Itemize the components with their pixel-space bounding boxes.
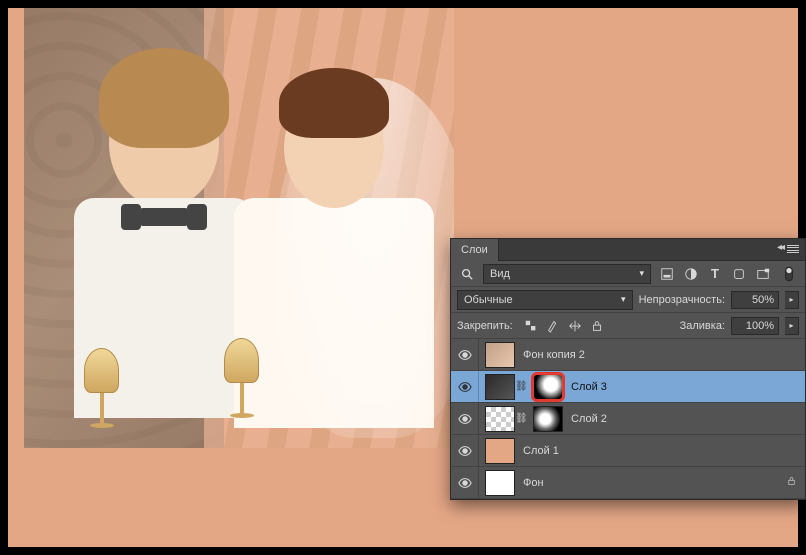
blend-mode-select[interactable]: Обычные ▾ <box>457 290 633 310</box>
filter-icon-strip: T <box>657 265 773 283</box>
filter-shape-icon[interactable] <box>729 265 749 283</box>
layer-mask-thumbnail[interactable] <box>533 406 563 432</box>
tab-layers[interactable]: Слои <box>451 239 499 261</box>
champagne-glass <box>224 338 259 418</box>
blend-opacity-row: Обычные ▾ Непрозрачность: 50% ▸ <box>451 287 805 313</box>
layer-row[interactable]: ⛓ Слой 3 <box>451 371 805 403</box>
layer-thumbnail[interactable] <box>485 438 515 464</box>
layer-row[interactable]: Слой 1 <box>451 435 805 467</box>
layer-mask-thumbnail[interactable] <box>533 374 563 400</box>
layers-list: Фон копия 2 ⛓ Слой 3 ⛓ Слой 2 Слой 1 Фон <box>451 339 805 499</box>
filter-adjustment-icon[interactable] <box>681 265 701 283</box>
fill-label: Заливка: <box>680 320 725 332</box>
visibility-eye-icon[interactable] <box>451 371 479 402</box>
link-icon[interactable]: ⛓ <box>515 381 527 392</box>
layer-name-label[interactable]: Фон копия 2 <box>523 349 797 361</box>
fill-flyout[interactable]: ▸ <box>785 317 799 335</box>
layer-row[interactable]: Фон копия 2 <box>451 339 805 371</box>
filter-type-icon[interactable]: T <box>705 265 725 283</box>
panel-tab-bar: Слои ◂◂ <box>451 239 805 261</box>
lock-all-icon[interactable] <box>589 318 605 334</box>
fill-input[interactable]: 100% <box>731 317 779 335</box>
lock-position-icon[interactable] <box>567 318 583 334</box>
panel-menu-icon[interactable] <box>785 242 801 256</box>
link-icon[interactable]: ⛓ <box>515 413 527 424</box>
collapse-icon[interactable]: ◂◂ <box>777 242 783 253</box>
layer-filter-row: Вид ▾ T <box>451 261 805 287</box>
layer-name-label[interactable]: Слой 2 <box>571 413 797 425</box>
opacity-label: Непрозрачность: <box>639 294 725 306</box>
layer-name-label[interactable]: Слой 3 <box>571 381 797 393</box>
visibility-eye-icon[interactable] <box>451 435 479 466</box>
layer-row[interactable]: ⛓ Слой 2 <box>451 403 805 435</box>
layers-panel: Слои ◂◂ Вид ▾ T Обычные ▾ Непрозрачность… <box>450 238 806 500</box>
visibility-eye-icon[interactable] <box>451 467 479 498</box>
filter-pixel-icon[interactable] <box>657 265 677 283</box>
blend-mode-value: Обычные <box>464 294 513 306</box>
opacity-flyout[interactable]: ▸ <box>785 291 799 309</box>
visibility-eye-icon[interactable] <box>451 403 479 434</box>
layer-thumbnail[interactable] <box>485 406 515 432</box>
composite-image <box>24 8 454 448</box>
layer-thumbnail[interactable] <box>485 470 515 496</box>
search-icon[interactable] <box>457 265 477 283</box>
filter-type-select[interactable]: Вид ▾ <box>483 264 651 284</box>
lock-label: Закрепить: <box>457 320 513 332</box>
layer-thumbnail[interactable] <box>485 342 515 368</box>
filter-type-value: Вид <box>490 268 510 280</box>
chevron-down-icon: ▾ <box>621 294 626 305</box>
filter-smart-icon[interactable] <box>753 265 773 283</box>
layer-name-label[interactable]: Слой 1 <box>523 445 797 457</box>
visibility-eye-icon[interactable] <box>451 339 479 370</box>
highlight-ring <box>531 372 565 402</box>
champagne-glass <box>84 348 119 428</box>
chevron-down-icon: ▾ <box>639 268 644 279</box>
lock-fill-row: Закрепить: Заливка: 100% ▸ <box>451 313 805 339</box>
lock-transparency-icon[interactable] <box>523 318 539 334</box>
layer-thumbnail[interactable] <box>485 374 515 400</box>
opacity-input[interactable]: 50% <box>731 291 779 309</box>
layer-row[interactable]: Фон <box>451 467 805 499</box>
lock-icon <box>786 475 797 490</box>
filter-toggle-switch[interactable] <box>779 265 799 283</box>
layer-name-label[interactable]: Фон <box>523 477 786 489</box>
lock-pixels-icon[interactable] <box>545 318 561 334</box>
